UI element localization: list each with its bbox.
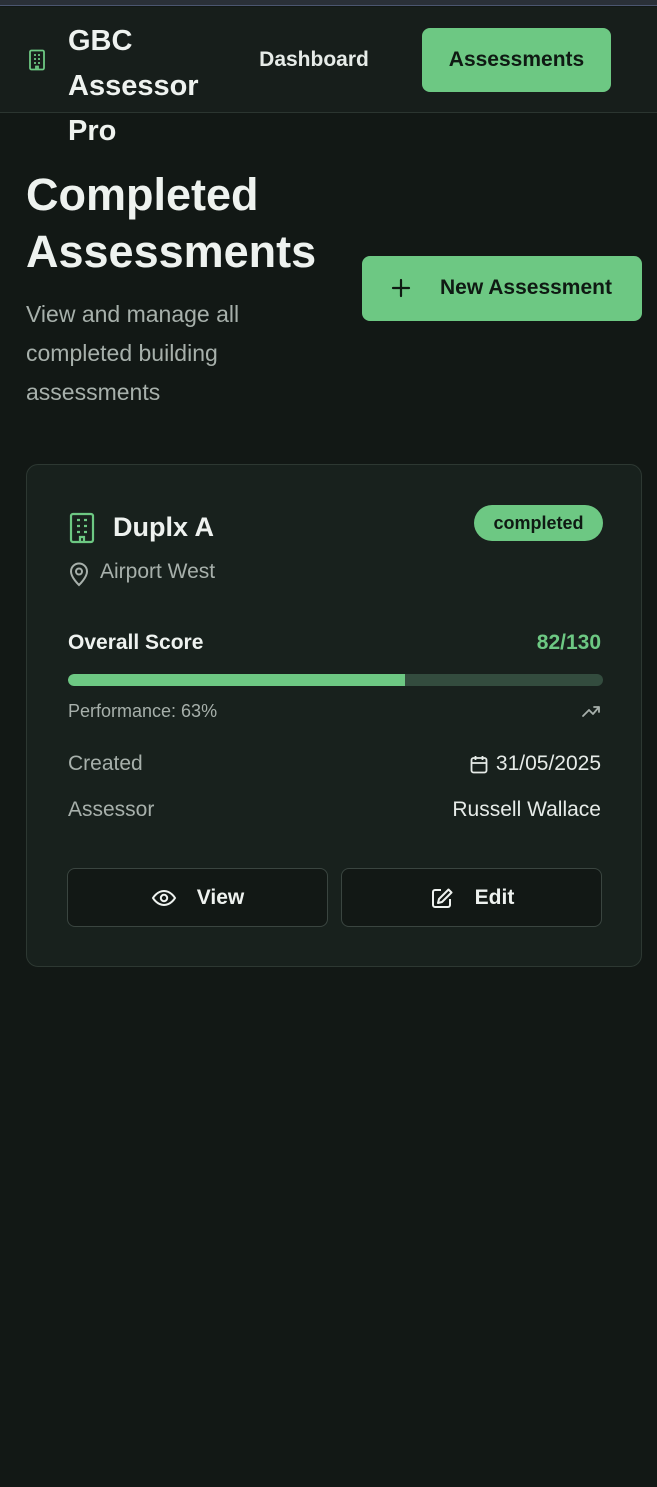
new-assessment-label: New Assessment — [440, 276, 612, 299]
score-label: Overall Score — [68, 631, 204, 654]
assessor-label: Assessor — [68, 798, 155, 821]
page-subtitle: View and manage all completed building a… — [26, 301, 240, 405]
trending-up-icon — [582, 706, 600, 717]
performance-label: Performance: 63% — [68, 701, 218, 721]
calendar-icon — [470, 755, 488, 773]
edit-button[interactable]: Edit — [341, 868, 602, 927]
building-icon — [29, 49, 45, 71]
page-title: Completed Assessments — [26, 169, 317, 277]
created-label: Created — [68, 752, 143, 775]
view-button-label: View — [196, 885, 245, 909]
map-pin-icon — [69, 562, 89, 587]
score-value: 82/130 — [536, 631, 601, 654]
top-nav-bar: GBC Assessor Pro Dashboard Assessments — [0, 7, 657, 147]
new-assessment-button[interactable]: New Assessment — [362, 256, 642, 321]
nav-assessments-link[interactable]: Assessments — [422, 28, 611, 92]
performance-progress-fill — [68, 674, 406, 686]
edit-button-label: Edit — [474, 885, 515, 909]
nav-dashboard-link[interactable]: Dashboard — [244, 28, 384, 92]
building-icon — [69, 512, 95, 544]
assessment-location: Airport West — [100, 560, 216, 583]
plus-icon — [391, 278, 411, 298]
assessment-name: Duplx A — [113, 512, 214, 542]
app-brand-title[interactable]: GBC Assessor Pro — [68, 19, 228, 154]
assessment-card: Duplx A completed Airport West Overall S… — [26, 464, 642, 967]
assessor-name: Russell Wallace — [452, 798, 601, 821]
created-date-value: 31/05/2025 — [470, 752, 601, 776]
view-button[interactable]: View — [67, 868, 328, 927]
created-date: 31/05/2025 — [495, 752, 601, 775]
status-badge: completed — [474, 505, 603, 541]
performance-progress-bar — [68, 674, 603, 686]
window-top-border — [0, 0, 657, 6]
eye-icon — [151, 889, 176, 906]
edit-icon — [431, 888, 453, 908]
